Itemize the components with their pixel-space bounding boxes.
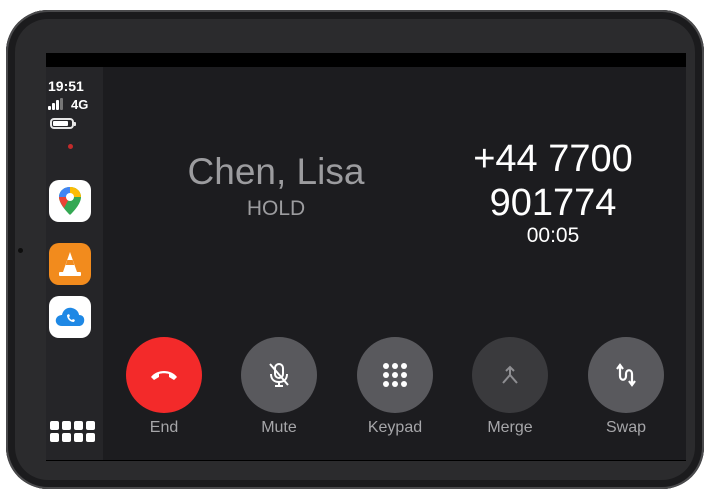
end-label: End xyxy=(149,419,179,436)
mute-label: Mute xyxy=(261,419,297,436)
traffic-cone-icon xyxy=(59,252,81,276)
recording-indicator-icon xyxy=(68,144,73,149)
phone-number-line1: +44 7700 xyxy=(473,138,633,180)
swap-arrows-icon xyxy=(616,363,636,387)
maps-app-icon[interactable] xyxy=(49,180,91,222)
sidebar: 19:51 4G xyxy=(46,67,103,460)
hang-up-icon xyxy=(151,371,177,380)
keypad-button[interactable] xyxy=(357,337,433,413)
call-timer: 00:05 xyxy=(526,224,580,247)
vlc-app-icon[interactable] xyxy=(49,243,91,285)
merge-label: Merge xyxy=(487,419,533,436)
phone-number-line2: 901774 xyxy=(489,182,617,224)
merge-control: Merge xyxy=(460,337,560,437)
network-type: 4G xyxy=(71,97,89,112)
mute-control: Mute xyxy=(229,337,329,437)
status-time: 19:51 xyxy=(48,78,84,94)
keypad-control: Keypad xyxy=(345,337,445,437)
merge-icon xyxy=(502,365,518,384)
end-call-button[interactable] xyxy=(126,337,202,413)
microphone-slash-icon xyxy=(269,363,289,387)
swap-button[interactable] xyxy=(588,337,664,413)
screen-bezel-top xyxy=(46,53,686,67)
end-call-control: End xyxy=(114,337,214,437)
merge-button[interactable] xyxy=(472,337,548,413)
swap-control: Swap xyxy=(576,337,676,437)
map-pin-icon xyxy=(59,187,81,215)
contact-name: Chen, Lisa xyxy=(187,151,365,192)
carplay-screen: 19:51 4G Chen, Lisa HOLD +44 7700 901774… xyxy=(46,53,686,461)
phone-number: +44 7700 901774 xyxy=(443,137,663,225)
app-grid-icon[interactable] xyxy=(50,421,95,445)
front-camera xyxy=(18,248,23,253)
battery-icon xyxy=(50,118,76,129)
keypad-label: Keypad xyxy=(367,419,423,436)
tablet-frame: 19:51 4G Chen, Lisa HOLD +44 7700 901774… xyxy=(6,10,704,489)
keypad-icon xyxy=(383,363,407,387)
signal-icon xyxy=(48,98,63,110)
cloud-phone-icon xyxy=(55,307,85,326)
call-status: HOLD xyxy=(246,197,306,220)
swap-label: Swap xyxy=(605,419,647,436)
call-panel: Chen, Lisa HOLD +44 7700 901774 00:05 En… xyxy=(103,67,686,460)
cloud-phone-app-icon[interactable] xyxy=(49,296,91,338)
mute-button[interactable] xyxy=(241,337,317,413)
